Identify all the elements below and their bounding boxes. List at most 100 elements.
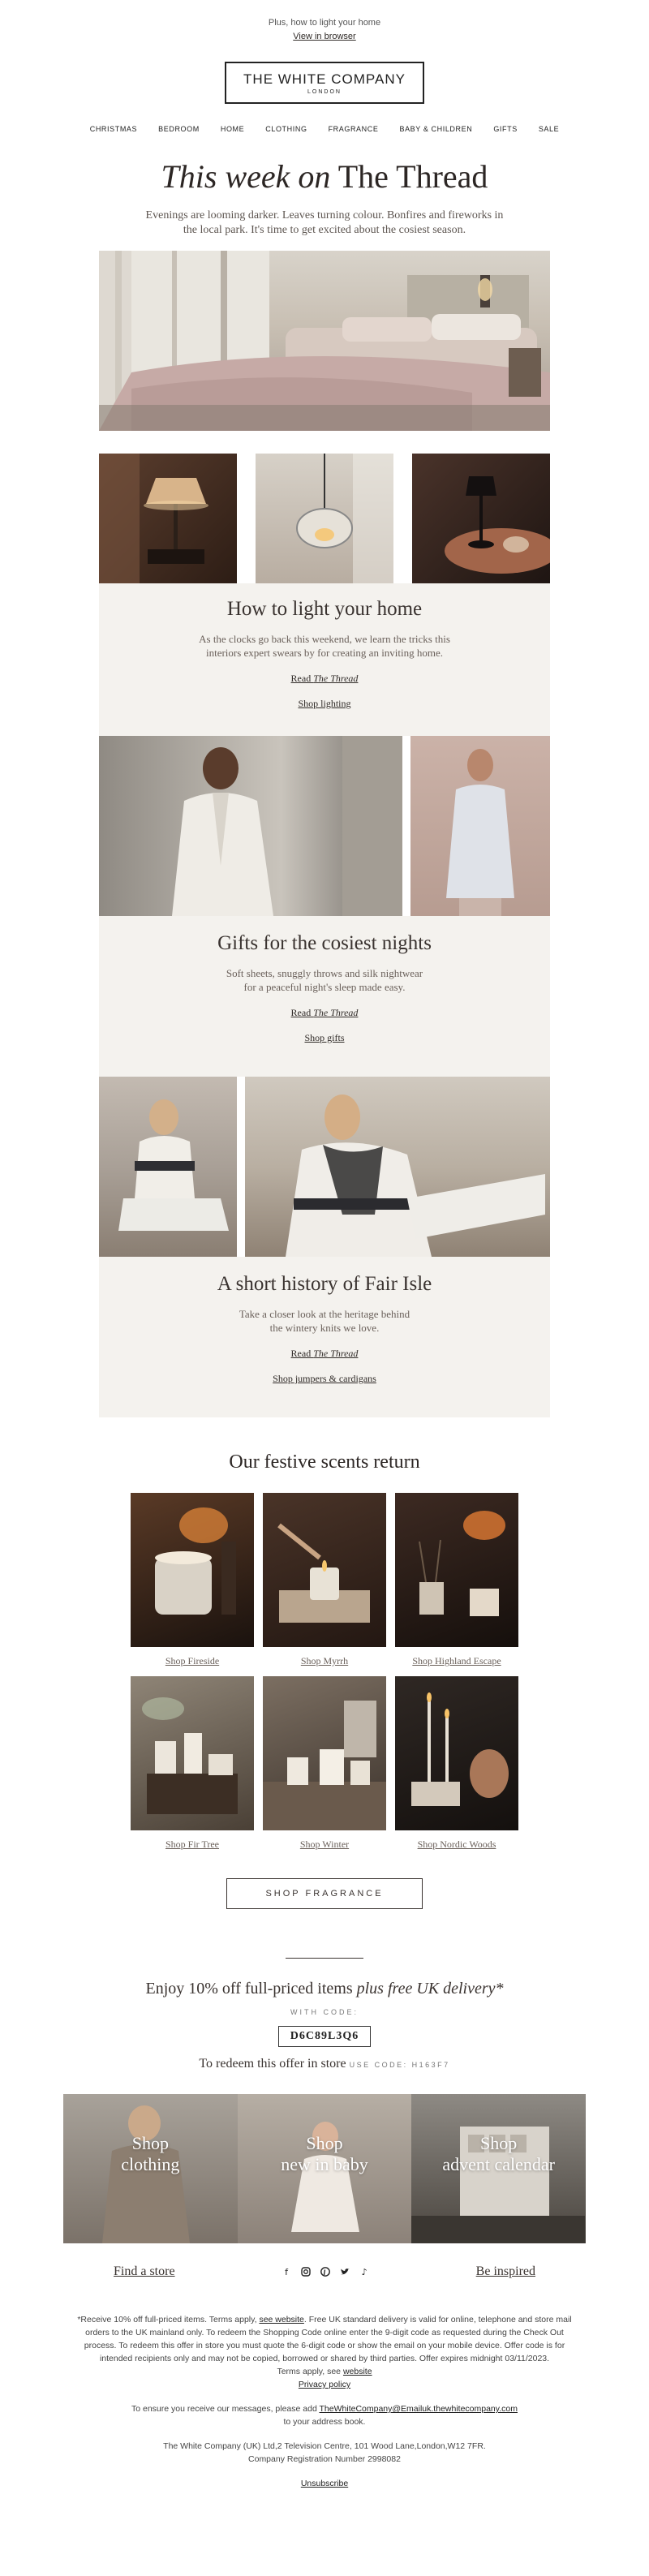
fairisle-scarf-image[interactable] xyxy=(245,1077,550,1257)
story-card-lighting: How to light your home As the clocks go … xyxy=(99,583,550,736)
nav-item-christmas[interactable]: CHRISTMAS xyxy=(80,125,148,133)
woman-robe-image[interactable] xyxy=(99,736,402,916)
pendant-illustration xyxy=(296,454,393,583)
winter-candle-image[interactable] xyxy=(263,1676,386,1830)
facebook-icon[interactable]: f xyxy=(282,2267,291,2277)
shop-fragrance-button[interactable]: SHOP FRAGRANCE xyxy=(226,1878,423,1909)
privacy-policy-link[interactable]: Privacy policy xyxy=(299,2380,350,2389)
table-lamp-image[interactable] xyxy=(99,454,237,583)
sender-email-link[interactable]: TheWhiteCompany@Emailuk.thewhitecompany.… xyxy=(320,2404,518,2414)
nav-item-baby-children[interactable]: BABY & CHILDREN xyxy=(389,125,483,133)
read-the-thread-link-3[interactable]: Read The Thread xyxy=(99,1348,550,1360)
robe-illustration xyxy=(172,736,402,916)
social-links: f ♪ xyxy=(282,2267,369,2277)
tile-new-in-baby[interactable]: Shop new in baby xyxy=(237,2094,412,2243)
nav-item-fragrance[interactable]: FRAGRANCE xyxy=(318,125,389,133)
preheader: Plus, how to light your home View in bro… xyxy=(0,0,649,44)
pinterest-icon[interactable] xyxy=(320,2267,331,2277)
highland-illustration xyxy=(419,1511,505,1616)
tile-line2: advent calendar xyxy=(442,2154,555,2174)
scent-item-nordic-woods: Shop Nordic Woods xyxy=(395,1676,518,1851)
tile-advent-caption: Shop advent calendar xyxy=(411,2133,586,2175)
gifts-images-row xyxy=(99,736,550,916)
story-title-gifts: Gifts for the cosiest nights xyxy=(217,932,432,954)
shop-winter-link[interactable]: Shop Winter xyxy=(263,1838,386,1851)
read-italic: The Thread xyxy=(313,1348,359,1359)
email-page: { "preheader": {"text": "Plus, how to li… xyxy=(0,0,649,2576)
shop-fir-tree-link[interactable]: Shop Fir Tree xyxy=(131,1838,254,1851)
gown-illustration xyxy=(446,749,514,916)
company-registration: Company Registration Number 2998082 xyxy=(248,2454,401,2464)
page-title: This week on The Thread xyxy=(0,157,649,196)
instagram-icon[interactable] xyxy=(301,2267,311,2277)
highland-escape-image[interactable] xyxy=(395,1493,518,1647)
intro-text: Evenings are looming darker. Leaves turn… xyxy=(145,209,504,236)
fireside-candle-image[interactable] xyxy=(131,1493,254,1647)
nav-item-gifts[interactable]: GIFTS xyxy=(483,125,528,133)
offer-text: Enjoy 10% off full-priced items xyxy=(145,1980,357,1998)
shop-lighting-link[interactable]: Shop lighting xyxy=(99,698,550,710)
nordic-woods-image[interactable] xyxy=(395,1676,518,1830)
scent-item-winter: Shop Winter xyxy=(263,1676,386,1851)
scent-item-fir-tree: Shop Fir Tree xyxy=(131,1676,254,1851)
nav-item-sale[interactable]: SALE xyxy=(528,125,569,133)
title-italic: This week on xyxy=(161,158,331,195)
store-offer-text: To redeem this offer in store xyxy=(199,2057,350,2071)
story-card-gifts: Gifts for the cosiest nights Soft sheets… xyxy=(99,916,550,1077)
read-the-thread-link[interactable]: Read The Thread xyxy=(99,673,550,685)
brand-logo[interactable]: THE WHITE COMPANY LONDON xyxy=(225,62,424,104)
read-label: Read xyxy=(290,1007,314,1018)
tiktok-icon[interactable]: ♪ xyxy=(359,2267,369,2277)
pendant-light-image[interactable] xyxy=(256,454,393,583)
fairisle-illustration-1 xyxy=(118,1099,229,1231)
scent-item-highland-escape: Shop Highland Escape xyxy=(395,1493,518,1667)
tile-advent-calendar[interactable]: Shop advent calendar xyxy=(411,2094,587,2243)
website-link[interactable]: website xyxy=(343,2367,372,2376)
twitter-icon[interactable] xyxy=(340,2267,350,2277)
myrrh-illustration xyxy=(277,1523,370,1623)
legal-text: *Receive 10% off full-priced items. Term… xyxy=(73,2313,576,2490)
cordless-lamp-illustration xyxy=(445,476,550,574)
tile-clothing[interactable]: Shop clothing xyxy=(63,2094,238,2243)
preheader-text: Plus, how to light your home xyxy=(268,18,381,28)
shop-nordic-woods-link[interactable]: Shop Nordic Woods xyxy=(395,1838,518,1851)
shop-highland-escape-link[interactable]: Shop Highland Escape xyxy=(395,1655,518,1667)
nav-item-home[interactable]: HOME xyxy=(210,125,255,133)
hero-bedroom-image[interactable] xyxy=(99,251,550,431)
scent-item-myrrh: Shop Myrrh xyxy=(263,1493,386,1667)
fir-tree-illustration xyxy=(142,1697,238,1814)
shop-jumpers-link[interactable]: Shop jumpers & cardigans xyxy=(99,1373,550,1385)
cordless-lamp-image[interactable] xyxy=(412,454,550,583)
winter-illustration xyxy=(263,1701,386,1830)
logo-wordmark: THE WHITE COMPANY xyxy=(243,71,406,87)
myrrh-candle-image[interactable] xyxy=(263,1493,386,1647)
shop-myrrh-link[interactable]: Shop Myrrh xyxy=(263,1655,386,1667)
view-in-browser-link[interactable]: View in browser xyxy=(293,30,355,44)
shop-gifts-link[interactable]: Shop gifts xyxy=(99,1032,550,1044)
nav-item-bedroom[interactable]: BEDROOM xyxy=(148,125,210,133)
fairisle-illustration-2 xyxy=(286,1094,545,1257)
fairisle-sitting-image[interactable] xyxy=(99,1077,237,1257)
be-inspired-link[interactable]: Be inspired xyxy=(476,2264,535,2279)
woman-dressing-gown-image[interactable] xyxy=(410,736,550,916)
nav-item-clothing[interactable]: CLOTHING xyxy=(255,125,317,133)
story-body-gifts: Soft sheets, snuggly throws and silk nig… xyxy=(226,967,423,993)
see-website-link[interactable]: see website xyxy=(259,2315,303,2324)
terms-apply: Terms apply, see website xyxy=(73,2365,576,2378)
offer-divider xyxy=(286,1958,363,1959)
with-code-label: WITH CODE: xyxy=(290,2008,359,2016)
find-a-store-link[interactable]: Find a store xyxy=(114,2264,175,2279)
category-tiles: Shop clothing Shop new in baby Shop advent … xyxy=(63,2094,587,2243)
fir-tree-image[interactable] xyxy=(131,1676,254,1830)
read-the-thread-link-2[interactable]: Read The Thread xyxy=(99,1007,550,1019)
scents-grid: Shop Fireside Shop Myrrh Shop Highland E… xyxy=(131,1493,518,1851)
story-body-fairisle: Take a closer look at the heritage behin… xyxy=(239,1308,410,1334)
footer-nav: Find a store f ♪ Be inspired xyxy=(114,2264,535,2279)
scents-title: Our festive scents return xyxy=(229,1451,420,1473)
store-code: USE CODE: H163F7 xyxy=(349,2061,450,2069)
offer-code[interactable]: D6C89L3Q6 xyxy=(277,2026,372,2047)
unsubscribe-link[interactable]: Unsubscribe xyxy=(301,2479,348,2488)
terms-text-a: *Receive 10% off full-priced items. Term… xyxy=(77,2315,260,2324)
shop-fireside-link[interactable]: Shop Fireside xyxy=(131,1655,254,1667)
read-italic: The Thread xyxy=(313,673,359,684)
